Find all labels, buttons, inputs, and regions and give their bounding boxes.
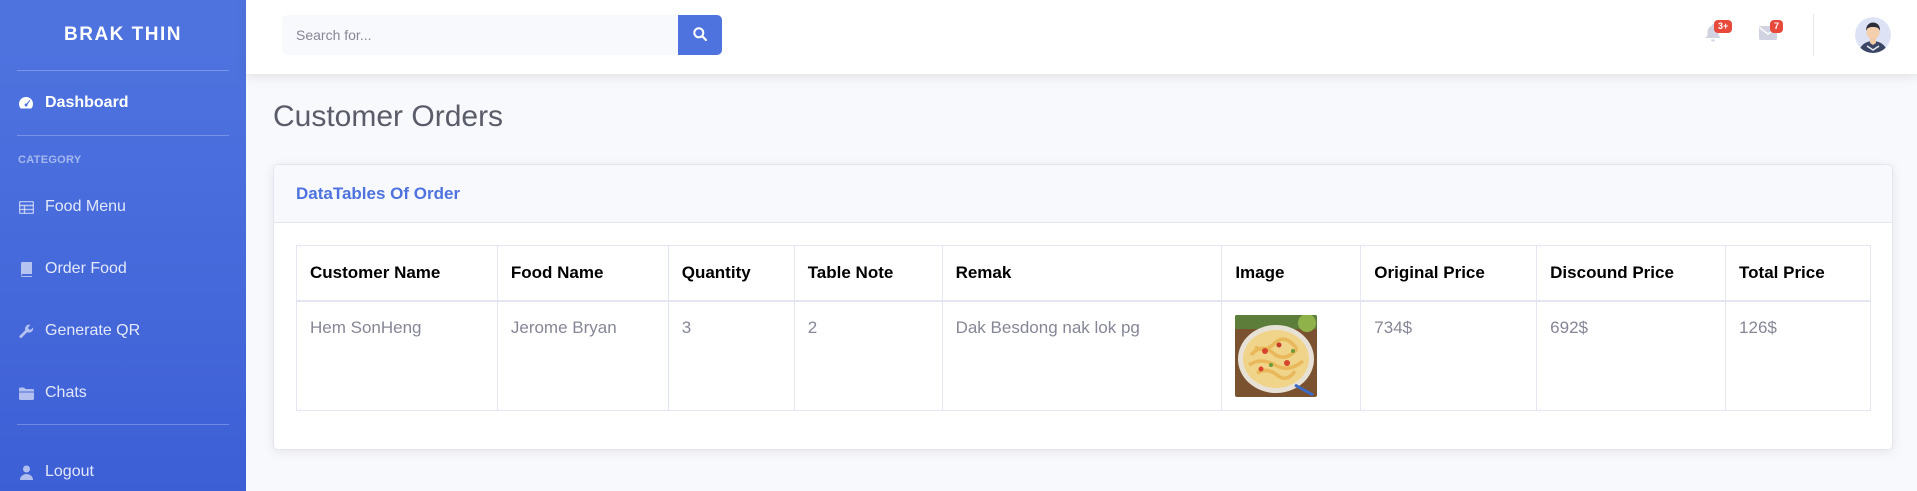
sidebar-item-label: Order Food	[45, 260, 127, 277]
cell-remak: Dak Besdong nak lok pg	[941, 300, 1223, 411]
cell-image	[1221, 300, 1362, 411]
sidebar-item-label: Generate QR	[45, 322, 141, 339]
search-icon	[693, 26, 708, 44]
alerts-button[interactable]: 3+	[1700, 20, 1733, 48]
topbar: 3+ 7	[246, 0, 1917, 74]
column-header[interactable]: Quantity	[667, 245, 795, 302]
search-bar	[282, 15, 722, 55]
column-header[interactable]: Image	[1221, 245, 1362, 302]
brand-title[interactable]: BRAK THIN	[0, 0, 246, 70]
tachometer-icon	[18, 95, 34, 111]
topbar-divider	[1813, 14, 1814, 56]
table-header-row: Customer Name Food Name Quantity Table N…	[296, 245, 1871, 302]
sidebar-item-generate-qr[interactable]: Generate QR	[0, 300, 246, 362]
sidebar-item-label: Food Menu	[45, 198, 126, 215]
cell-customer-name: Hem SonHeng	[296, 300, 498, 411]
column-header[interactable]: Original Price	[1360, 245, 1538, 302]
sidebar-heading: CATEGORY	[18, 154, 82, 166]
wrench-icon	[18, 323, 34, 339]
sidebar-item-label: Dashboard	[45, 94, 129, 111]
orders-card: DataTables Of Order Customer Name Food N…	[273, 164, 1893, 450]
cell-food-name: Jerome Bryan	[496, 300, 669, 411]
card-title: DataTables Of Order	[296, 183, 461, 203]
search-input[interactable]	[282, 15, 678, 55]
messages-badge: 7	[1770, 20, 1784, 33]
folder-icon	[18, 385, 34, 401]
food-image[interactable]	[1235, 314, 1318, 397]
cell-quantity: 3	[667, 300, 795, 411]
column-header[interactable]: Food Name	[496, 245, 669, 302]
table-icon	[18, 199, 34, 215]
avatar[interactable]	[1855, 17, 1891, 53]
sidebar-item-logout[interactable]: Logout	[0, 441, 246, 491]
card-header: DataTables Of Order	[274, 165, 1892, 223]
sidebar-item-food-menu[interactable]: Food Menu	[0, 176, 246, 238]
user-icon	[18, 464, 34, 480]
column-header[interactable]: Customer Name	[296, 245, 498, 302]
alerts-badge: 3+	[1714, 20, 1733, 33]
page-title: Customer Orders	[273, 100, 504, 133]
search-button[interactable]	[678, 15, 722, 55]
sidebar-item-label: Logout	[45, 463, 94, 480]
cell-total-price: 126$	[1725, 300, 1871, 411]
sidebar-item-dashboard[interactable]: Dashboard	[0, 71, 246, 135]
orders-table: Customer Name Food Name Quantity Table N…	[296, 245, 1871, 411]
sidebar-item-chats[interactable]: Chats	[0, 362, 246, 424]
cell-table-note: 2	[793, 300, 943, 411]
sidebar: BRAK THIN Dashboard CATEGORY Food Menu O…	[0, 0, 246, 491]
cell-discount-price: 692$	[1536, 300, 1727, 411]
column-header[interactable]: Remak	[941, 245, 1223, 302]
table-row: Hem SonHeng Jerome Bryan 3 2 Dak Besdong…	[296, 300, 1871, 411]
sidebar-item-order-food[interactable]: Order Food	[0, 238, 246, 300]
messages-button[interactable]: 7	[1755, 20, 1784, 48]
book-icon	[18, 261, 34, 277]
cell-original-price: 734$	[1360, 300, 1538, 411]
sidebar-item-label: Chats	[45, 384, 87, 401]
column-header[interactable]: Discound Price	[1536, 245, 1727, 302]
sidebar-divider	[17, 424, 229, 425]
column-header[interactable]: Total Price	[1725, 245, 1871, 302]
column-header[interactable]: Table Note	[793, 245, 943, 302]
